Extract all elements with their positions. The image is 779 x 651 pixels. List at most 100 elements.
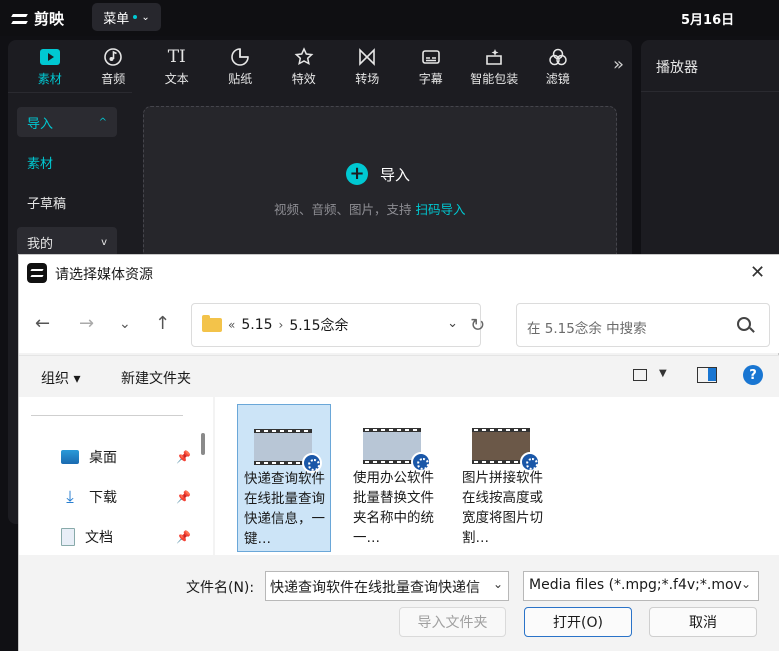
cancel-button[interactable]: 取消: [649, 607, 757, 637]
tool-subtitle[interactable]: 字幕: [399, 40, 463, 92]
nav-item-label: 下载: [89, 490, 117, 506]
address-bar[interactable]: « 5.15 › 5.15念余 ⌄: [191, 303, 481, 347]
top-bar: 剪映 菜单 ⌄ 5月16日: [0, 0, 779, 36]
sidebar-item-label: 素材: [27, 156, 54, 172]
file-name: 使用办公软件批量替换文件夹名称中的统一…: [353, 470, 434, 546]
import-hint: 视频、音频、图片，支持 扫码导入: [274, 199, 466, 218]
app-logo: 剪映: [10, 8, 64, 29]
file-name-label: 文件名(N):: [186, 580, 255, 596]
refresh-icon[interactable]: ↻: [470, 315, 485, 336]
import-button[interactable]: + 导入: [346, 163, 410, 185]
transition-icon: [357, 46, 377, 68]
tool-label: 特效: [291, 71, 316, 86]
media-icon: [39, 48, 60, 65]
navigation-pane: 桌面 📌 ⤓ 下载 📌 文档 📌: [19, 397, 213, 555]
dialog-footer: 文件名(N): 快递查询软件在线批量查询快递信 ⌄ Media files (*…: [19, 555, 779, 651]
menu-label: 菜单: [103, 11, 130, 27]
nav-item-label: 桌面: [89, 450, 117, 466]
download-icon: ⤓: [66, 487, 74, 507]
nav-item-label: 文档: [85, 530, 113, 546]
dialog-title-bar: 请选择媒体资源 ✕: [19, 255, 779, 291]
sidebar-item-media[interactable]: 素材: [17, 147, 117, 177]
search-input[interactable]: 在 5.15念余 中搜索: [516, 303, 770, 347]
chevron-down-icon[interactable]: ⌄: [741, 577, 751, 591]
chevron-down-icon[interactable]: ⌄: [493, 577, 503, 591]
import-folder-button[interactable]: 导入文件夹: [399, 607, 506, 637]
nav-scrollbar[interactable]: [201, 433, 205, 455]
filter-icon: [548, 46, 568, 68]
view-mode-icon[interactable]: [633, 369, 647, 381]
document-icon: [61, 528, 75, 546]
tool-label: 智能包装: [470, 71, 519, 86]
tool-label: 文本: [164, 71, 189, 86]
chevron-down-icon: ⌄: [141, 11, 150, 23]
file-name-input[interactable]: 快递查询软件在线批量查询快递信: [265, 571, 509, 601]
file-item[interactable]: 图片拼接软件在线按高度或宽度将图片切割…: [456, 404, 550, 552]
file-open-dialog: 请选择媒体资源 ✕ ← → ⌄ ↑ « 5.15 › 5.15念余 ⌄ ↻ 在 …: [18, 254, 779, 651]
sidebar-item-mine[interactable]: 我的 v: [17, 227, 117, 257]
tool-text[interactable]: TI 文本: [145, 40, 209, 92]
subtitle-icon: [421, 46, 441, 68]
nav-item-documents[interactable]: 文档: [61, 527, 113, 547]
up-arrow-icon[interactable]: ↑: [155, 313, 170, 334]
organize-button[interactable]: 组织 ▾: [41, 368, 80, 388]
file-list: 快递查询软件在线批量查询快递信息，一键… 使用办公软件批量替换文件夹名称中的统一…: [215, 397, 779, 555]
nav-item-downloads[interactable]: ⤓ 下载: [61, 487, 117, 507]
forward-arrow-icon[interactable]: →: [79, 313, 94, 334]
scan-import-link[interactable]: 扫码导入: [416, 202, 466, 217]
sidebar-item-label: 导入: [27, 116, 54, 132]
pin-icon[interactable]: 📌: [176, 530, 191, 544]
sidebar-item-import[interactable]: 导入 ^: [17, 107, 117, 137]
tool-label: 滤镜: [545, 71, 570, 86]
file-type-select[interactable]: Media files (*.mpg;*.f4v;*.mov: [523, 571, 759, 601]
tool-filter[interactable]: 滤镜: [526, 40, 590, 92]
dialog-title: 请选择媒体资源: [55, 267, 153, 283]
breadcrumb-item[interactable]: 5.15念余: [289, 315, 348, 335]
caret-down-icon[interactable]: ▼: [659, 368, 667, 379]
notification-dot-icon: [133, 15, 138, 19]
tool-label: 转场: [355, 71, 380, 86]
close-icon[interactable]: ✕: [750, 262, 765, 283]
pin-icon[interactable]: 📌: [176, 450, 191, 464]
open-button[interactable]: 打开(O): [524, 607, 632, 637]
divider: [31, 415, 183, 416]
player-title: 播放器: [656, 60, 698, 76]
file-item[interactable]: 快递查询软件在线批量查询快递信息，一键…: [237, 404, 331, 552]
recent-locations-chevron-icon[interactable]: ⌄: [119, 316, 131, 332]
search-icon: [737, 317, 751, 331]
nav-item-desktop[interactable]: 桌面: [61, 447, 117, 467]
tool-audio[interactable]: 音频: [82, 40, 146, 92]
tool-label: 素材: [37, 71, 62, 86]
file-name: 快递查询软件在线批量查询快递信息，一键…: [244, 471, 325, 547]
tool-media[interactable]: 素材: [18, 40, 82, 92]
menu-button[interactable]: 菜单 ⌄: [92, 3, 161, 31]
effects-icon: [294, 46, 314, 68]
tool-sticker[interactable]: 贴纸: [209, 40, 273, 92]
tool-label: 贴纸: [228, 71, 253, 86]
tool-label: 音频: [101, 71, 126, 86]
sidebar-item-subdraft[interactable]: 子草稿: [17, 187, 117, 217]
sidebar-item-label: 子草稿: [27, 196, 67, 212]
breadcrumb-overflow[interactable]: «: [228, 318, 235, 332]
desktop-icon: [61, 450, 79, 464]
sidebar-item-label: 我的: [27, 236, 54, 252]
tool-smart-pack[interactable]: 智能包装: [463, 40, 527, 92]
file-item[interactable]: 使用办公软件批量替换文件夹名称中的统一…: [347, 404, 441, 552]
more-tools-icon[interactable]: »: [613, 54, 624, 75]
preview-pane-icon[interactable]: [697, 367, 717, 383]
help-icon[interactable]: ?: [743, 365, 763, 385]
tool-effects[interactable]: 特效: [272, 40, 336, 92]
chevron-up-icon: ^: [98, 116, 107, 128]
tool-label: 字幕: [418, 71, 443, 86]
chevron-down-icon: v: [101, 236, 107, 248]
tool-transition[interactable]: 转场: [336, 40, 400, 92]
search-placeholder: 在 5.15念余 中搜索: [527, 321, 647, 337]
capcut-logo-icon: [27, 263, 47, 283]
back-arrow-icon[interactable]: ←: [35, 313, 50, 334]
pin-icon[interactable]: 📌: [176, 490, 191, 504]
chevron-down-icon[interactable]: ⌄: [447, 316, 458, 331]
navigation-row: ← → ⌄ ↑ « 5.15 › 5.15念余 ⌄ ↻ 在 5.15念余 中搜索: [19, 291, 779, 353]
new-folder-button[interactable]: 新建文件夹: [121, 368, 191, 388]
project-date: 5月16日: [681, 13, 735, 28]
breadcrumb-item[interactable]: 5.15: [241, 317, 272, 333]
